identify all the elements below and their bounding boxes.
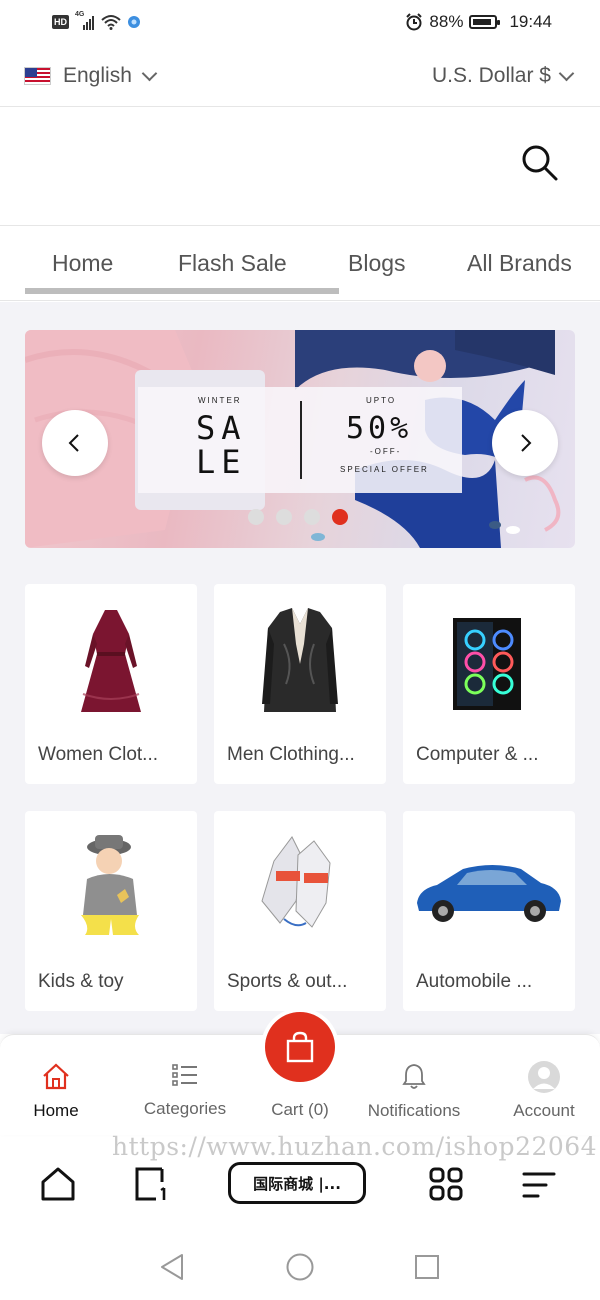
us-flag-icon <box>24 67 51 85</box>
bell-icon <box>402 1064 426 1089</box>
home-circle-icon[interactable] <box>285 1252 315 1282</box>
car-image <box>417 865 561 922</box>
wifi-icon <box>101 15 121 30</box>
language-label: English <box>63 64 132 87</box>
carousel-dot[interactable] <box>304 509 320 525</box>
chevron-down-icon <box>141 65 158 81</box>
cart-button-circle <box>265 1012 335 1082</box>
carousel-dot[interactable] <box>248 509 264 525</box>
carousel-dot[interactable] <box>332 509 348 525</box>
home-icon <box>43 1063 69 1090</box>
pc-case-image <box>453 618 521 710</box>
sale-line-2: LE <box>196 443 247 481</box>
category-card-kids[interactable]: Kids & toy <box>25 811 197 1011</box>
list-icon <box>172 1064 197 1086</box>
back-icon[interactable] <box>158 1252 186 1282</box>
promo-banner[interactable]: WINTER SA LE UPTO 50% -OFF- SPECIAL OFFE… <box>25 330 575 548</box>
chevron-right-icon <box>521 434 532 452</box>
category-card-women[interactable]: Women Clot... <box>25 584 197 784</box>
battery-percent: 88% <box>429 12 464 31</box>
category-card-sports[interactable]: Sports & out... <box>214 811 386 1011</box>
currency-selector[interactable]: U.S. Dollar $ <box>431 64 575 88</box>
category-label: Automobile ... <box>416 971 533 992</box>
chevron-down-icon <box>558 65 575 81</box>
locale-bar: English U.S. Dollar $ <box>0 52 600 107</box>
category-label: Kids & toy <box>38 971 124 992</box>
category-label: Sports & out... <box>227 971 348 992</box>
nav-account-label: Account <box>513 1101 575 1120</box>
carousel-dots <box>248 509 348 525</box>
sale-off-label: -OFF- <box>370 447 402 456</box>
sale-winter-label: WINTER <box>198 396 242 405</box>
app-notification-icon <box>128 16 140 28</box>
carousel-dot[interactable] <box>276 509 292 525</box>
logo-area[interactable] <box>24 127 324 205</box>
category-card-men[interactable]: Men Clothing... <box>214 584 386 784</box>
battery-icon <box>469 15 501 29</box>
category-label: Computer & ... <box>416 744 539 765</box>
tab-flash-sale[interactable]: Flash Sale <box>178 250 287 277</box>
category-label: Men Clothing... <box>227 744 355 765</box>
category-card-computer[interactable]: Computer & ... <box>403 584 575 784</box>
language-selector[interactable]: English <box>24 64 158 88</box>
hd-badge: HD <box>52 15 69 29</box>
nav-notifications-label: Notifications <box>367 1101 461 1120</box>
blazer-image <box>262 608 338 712</box>
sale-card: WINTER SA LE UPTO 50% -OFF- SPECIAL OFFE… <box>138 387 462 493</box>
nav-home[interactable]: Home <box>0 1062 116 1121</box>
battery-fill <box>473 19 492 25</box>
avatar-icon <box>528 1061 560 1093</box>
browser-tabs-icon[interactable] <box>134 1166 170 1202</box>
category-label: Women Clot... <box>38 744 159 765</box>
search-icon[interactable] <box>520 143 560 183</box>
dress-image <box>81 610 141 712</box>
banner-prev-button[interactable] <box>42 410 108 476</box>
baby-image <box>81 835 139 935</box>
shopping-bag-icon <box>286 1031 314 1063</box>
banner-next-button[interactable] <box>492 410 558 476</box>
nav-account[interactable]: Account <box>484 1061 600 1121</box>
sale-upto-label: UPTO <box>366 396 397 405</box>
tab-home[interactable]: Home <box>52 250 113 277</box>
clock: 19:44 <box>509 12 552 31</box>
nav-home-label: Home <box>33 1101 79 1120</box>
nav-notifications[interactable]: Notifications <box>354 1062 474 1121</box>
browser-home-icon[interactable] <box>40 1166 76 1202</box>
header-bar <box>0 107 600 226</box>
main-nav-tabs: Home Flash Sale Blogs All Brands <box>0 230 600 301</box>
active-tab-indicator <box>25 288 339 294</box>
nav-categories[interactable]: Categories <box>125 1062 245 1119</box>
recents-square-icon[interactable] <box>413 1253 441 1281</box>
sale-line-1: SA <box>196 409 247 447</box>
sale-special-label: SPECIAL OFFER <box>340 465 429 474</box>
nav-cart-label[interactable]: Cart (0) <box>240 1100 360 1120</box>
sale-divider <box>300 401 302 479</box>
browser-apps-icon[interactable] <box>428 1166 464 1202</box>
signal-icon: 4G <box>75 11 95 30</box>
category-card-automobile[interactable]: Automobile ... <box>403 811 575 1011</box>
currency-label: U.S. Dollar $ <box>431 64 551 87</box>
sale-percent: 50% <box>346 411 413 446</box>
chevron-left-icon <box>68 434 79 452</box>
tab-blogs[interactable]: Blogs <box>348 250 406 277</box>
tab-all-brands[interactable]: All Brands <box>467 250 572 277</box>
status-left: HD 4G <box>52 11 141 30</box>
alarm-icon <box>406 13 423 31</box>
cart-button[interactable] <box>261 1008 339 1086</box>
browser-menu-icon[interactable] <box>522 1170 556 1200</box>
status-bar: HD 4G 88% 19:44 <box>0 0 600 46</box>
browser-url-tab[interactable]: 国际商城 |... <box>228 1162 366 1204</box>
status-right: 88% 19:44 <box>405 12 552 32</box>
nav-categories-label: Categories <box>143 1099 227 1118</box>
gloves-image <box>261 836 331 928</box>
